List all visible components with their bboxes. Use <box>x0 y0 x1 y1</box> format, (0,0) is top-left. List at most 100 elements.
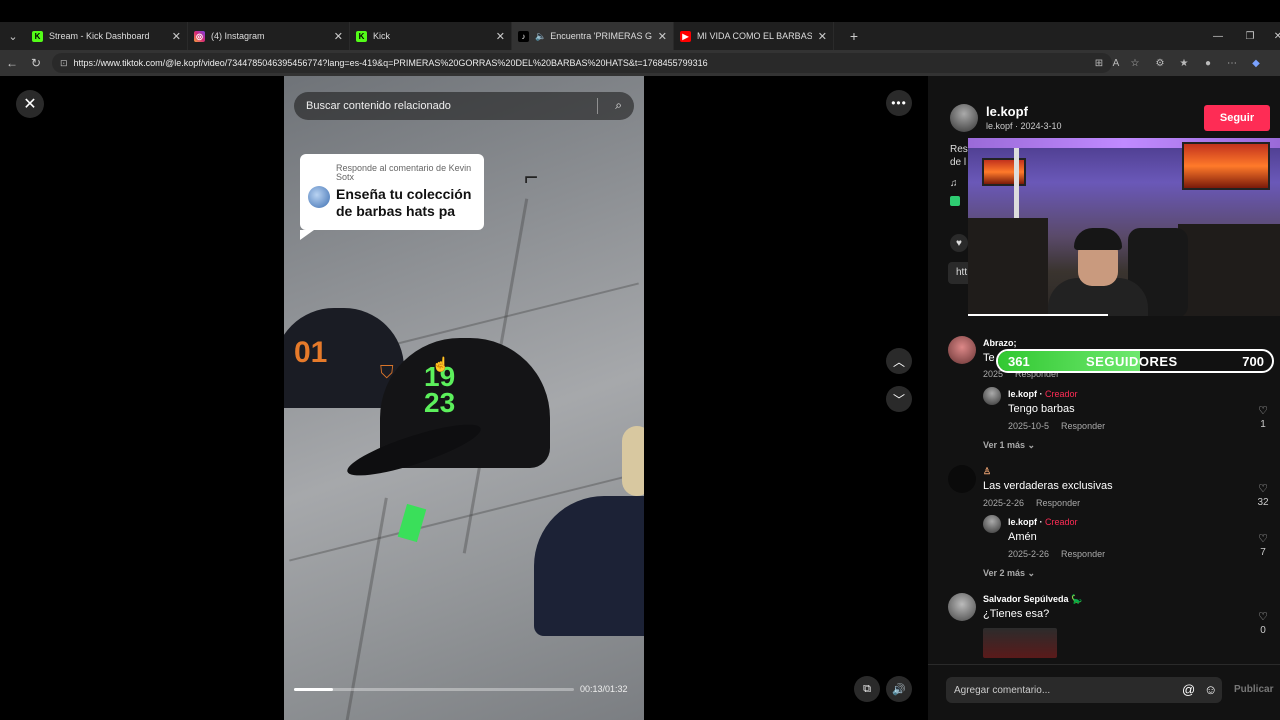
heart-outline-icon: ♡ <box>1258 611 1268 623</box>
comment-meta: 2025-2-26 Responder <box>983 498 1080 508</box>
comment-like[interactable]: ♡ 0 <box>1253 610 1273 636</box>
search-icon[interactable]: ⌕ <box>615 98 622 113</box>
sticker-pointer <box>300 230 314 240</box>
close-video-icon[interactable]: ✕ <box>16 90 44 118</box>
close-tab-icon[interactable]: ✕ <box>334 30 343 43</box>
url-field[interactable]: ⊡ https://www.tiktok.com/@le.kopf/video/… <box>52 53 1112 73</box>
pip-icon[interactable]: ⧉ <box>854 676 880 702</box>
profile-avatar-icon[interactable]: ● <box>1200 55 1216 71</box>
details-panel: le.kopf le.kopf · 2024-3-10 Seguir Res d… <box>928 76 1280 720</box>
video-player[interactable]: 01 ⛉ 19 23 ⌐ Buscar contenido relacionado… <box>284 76 644 720</box>
view-more-label: Ver 1 más <box>983 440 1026 450</box>
follower-label: SEGUIDORES <box>1086 354 1178 369</box>
reply-link[interactable]: Responder <box>1061 549 1105 559</box>
mention-at-icon[interactable]: @ <box>1182 682 1195 697</box>
youtube-icon: ▶ <box>680 30 691 42</box>
view-more-replies[interactable]: Ver 1 más ⌄ <box>983 440 1035 451</box>
tab-tiktok-search[interactable]: ♪ 🔈 Encuentra 'PRIMERAS GORRA ✕ <box>512 22 674 50</box>
streamer-webcam-overlay <box>968 138 1280 316</box>
like-count: 7 <box>1260 547 1266 558</box>
comment-like[interactable]: ♡ 32 <box>1253 482 1273 508</box>
reply-meta: 2025-2-26 Responder <box>1008 549 1105 559</box>
fireplace-screen-left <box>982 158 1026 186</box>
reply-like[interactable]: ♡ 1 <box>1253 404 1273 430</box>
video-progress-bar[interactable] <box>294 688 574 691</box>
like-heart-icon[interactable]: ♥ <box>950 234 968 252</box>
comment-text: ¿Tienes esa? <box>983 608 1050 620</box>
tab-kick-dashboard[interactable]: K Stream - Kick Dashboard ✕ <box>26 22 188 50</box>
author-avatar[interactable] <box>950 104 978 132</box>
tab-title: Kick <box>373 31 391 41</box>
reply-avatar[interactable] <box>983 515 1001 533</box>
like-count: 0 <box>1260 625 1266 636</box>
reply-username[interactable]: le.kopf · Creador <box>1008 389 1078 399</box>
navy-cap-right <box>534 496 644 636</box>
tab-youtube[interactable]: ▶ MI VIDA COMO EL BARBAS HATS ✕ <box>674 22 834 50</box>
close-tab-icon[interactable]: ✕ <box>172 30 181 43</box>
previous-video-chevron-icon[interactable]: ︿ <box>886 348 912 374</box>
reply-meta: 2025-10-5 Responder <box>1008 421 1105 431</box>
favorite-star-icon[interactable]: ☆ <box>1127 55 1143 71</box>
comment-text: Las verdaderas exclusivas <box>983 480 1113 492</box>
reload-icon[interactable]: ↻ <box>24 56 48 70</box>
tab-instagram[interactable]: ◎ (4) Instagram ✕ <box>188 22 350 50</box>
comment-username[interactable]: Salvador Sepúlveda 🦕 <box>983 594 1082 605</box>
speaker-icon: 🔈 <box>535 30 547 41</box>
publish-button[interactable]: Publicar <box>1234 684 1273 695</box>
url-text: https://www.tiktok.com/@le.kopf/video/73… <box>73 58 708 68</box>
comment-composer: Agregar comentario... @ ☺ Publicar <box>928 664 1280 720</box>
translate-icon[interactable]: A <box>1108 55 1124 71</box>
volume-icon[interactable]: 🔊 <box>886 676 912 702</box>
copilot-icon[interactable]: ◆ <box>1248 55 1264 71</box>
reply-avatar[interactable] <box>983 387 1001 405</box>
tab-title: MI VIDA COMO EL BARBAS HATS <box>697 31 812 41</box>
reply-link[interactable]: Responder <box>1036 498 1080 508</box>
tiktok-icon: ♪ <box>518 30 529 42</box>
comment-emoji-username[interactable]: ♙ <box>983 466 991 477</box>
tab-kick[interactable]: K Kick ✕ <box>350 22 512 50</box>
close-window-icon[interactable]: ✕ <box>1262 22 1280 50</box>
comment-avatar[interactable] <box>948 593 976 621</box>
search-divider <box>597 98 598 114</box>
cap-right-edge <box>622 426 644 496</box>
new-tab-plus-icon[interactable]: + <box>842 28 866 44</box>
follower-goal: 700 <box>1242 354 1264 369</box>
author-meta: le.kopf · 2024-3-10 <box>986 121 1062 131</box>
site-info-icon[interactable]: ⊡ <box>60 58 68 69</box>
close-tab-icon[interactable]: ✕ <box>496 30 505 43</box>
tab-list-chevron-icon[interactable]: ⌄ <box>0 22 26 50</box>
related-search-bar[interactable]: Buscar contenido relacionado ⌕ <box>294 92 634 120</box>
comment-input[interactable]: Agregar comentario... <box>946 677 1222 703</box>
tab-title: (4) Instagram <box>211 31 265 41</box>
extensions-icon[interactable]: ⚙ <box>1152 55 1168 71</box>
comment-text: Te <box>983 352 995 364</box>
emoji-smile-icon[interactable]: ☺ <box>1204 682 1217 697</box>
more-menu-icon[interactable]: ⋯ <box>1224 55 1240 71</box>
cap-logo-green: 19 23 <box>424 361 456 418</box>
comment-username[interactable]: Abrazo; <box>983 338 1017 348</box>
reply-date: 2025-2-26 <box>1008 549 1050 559</box>
address-bar: ← ↻ ⊡ https://www.tiktok.com/@le.kopf/vi… <box>0 50 1280 76</box>
app-install-icon[interactable]: ⊞ <box>1091 55 1107 71</box>
comment-image-thumbnail[interactable] <box>983 628 1057 658</box>
reply-user: le.kopf <box>1008 389 1038 399</box>
more-options-icon[interactable]: ••• <box>886 90 912 116</box>
back-arrow-icon[interactable]: ← <box>0 56 24 70</box>
comment-avatar[interactable] <box>948 336 976 364</box>
mouse-cursor-icon: ☝ <box>432 356 450 372</box>
next-video-chevron-icon[interactable]: ﹀ <box>886 386 912 412</box>
favorites-icon[interactable]: ★ <box>1176 55 1192 71</box>
minimize-icon[interactable]: — <box>1202 22 1234 50</box>
reply-username[interactable]: le.kopf · Creador <box>1008 517 1078 527</box>
follow-button[interactable]: Seguir <box>1204 105 1270 131</box>
comment-avatar[interactable] <box>948 465 976 493</box>
author-username[interactable]: le.kopf <box>986 104 1028 119</box>
reply-like[interactable]: ♡ 7 <box>1253 532 1273 558</box>
close-tab-icon[interactable]: ✕ <box>658 30 667 43</box>
close-tab-icon[interactable]: ✕ <box>818 30 827 43</box>
reply-link[interactable]: Responder <box>1061 421 1105 431</box>
instagram-icon: ◎ <box>194 30 205 42</box>
streamer-cap <box>1074 228 1122 250</box>
view-more-replies[interactable]: Ver 2 más ⌄ <box>983 568 1035 579</box>
dinosaur-emoji-icon: 🦕 <box>1071 594 1083 604</box>
